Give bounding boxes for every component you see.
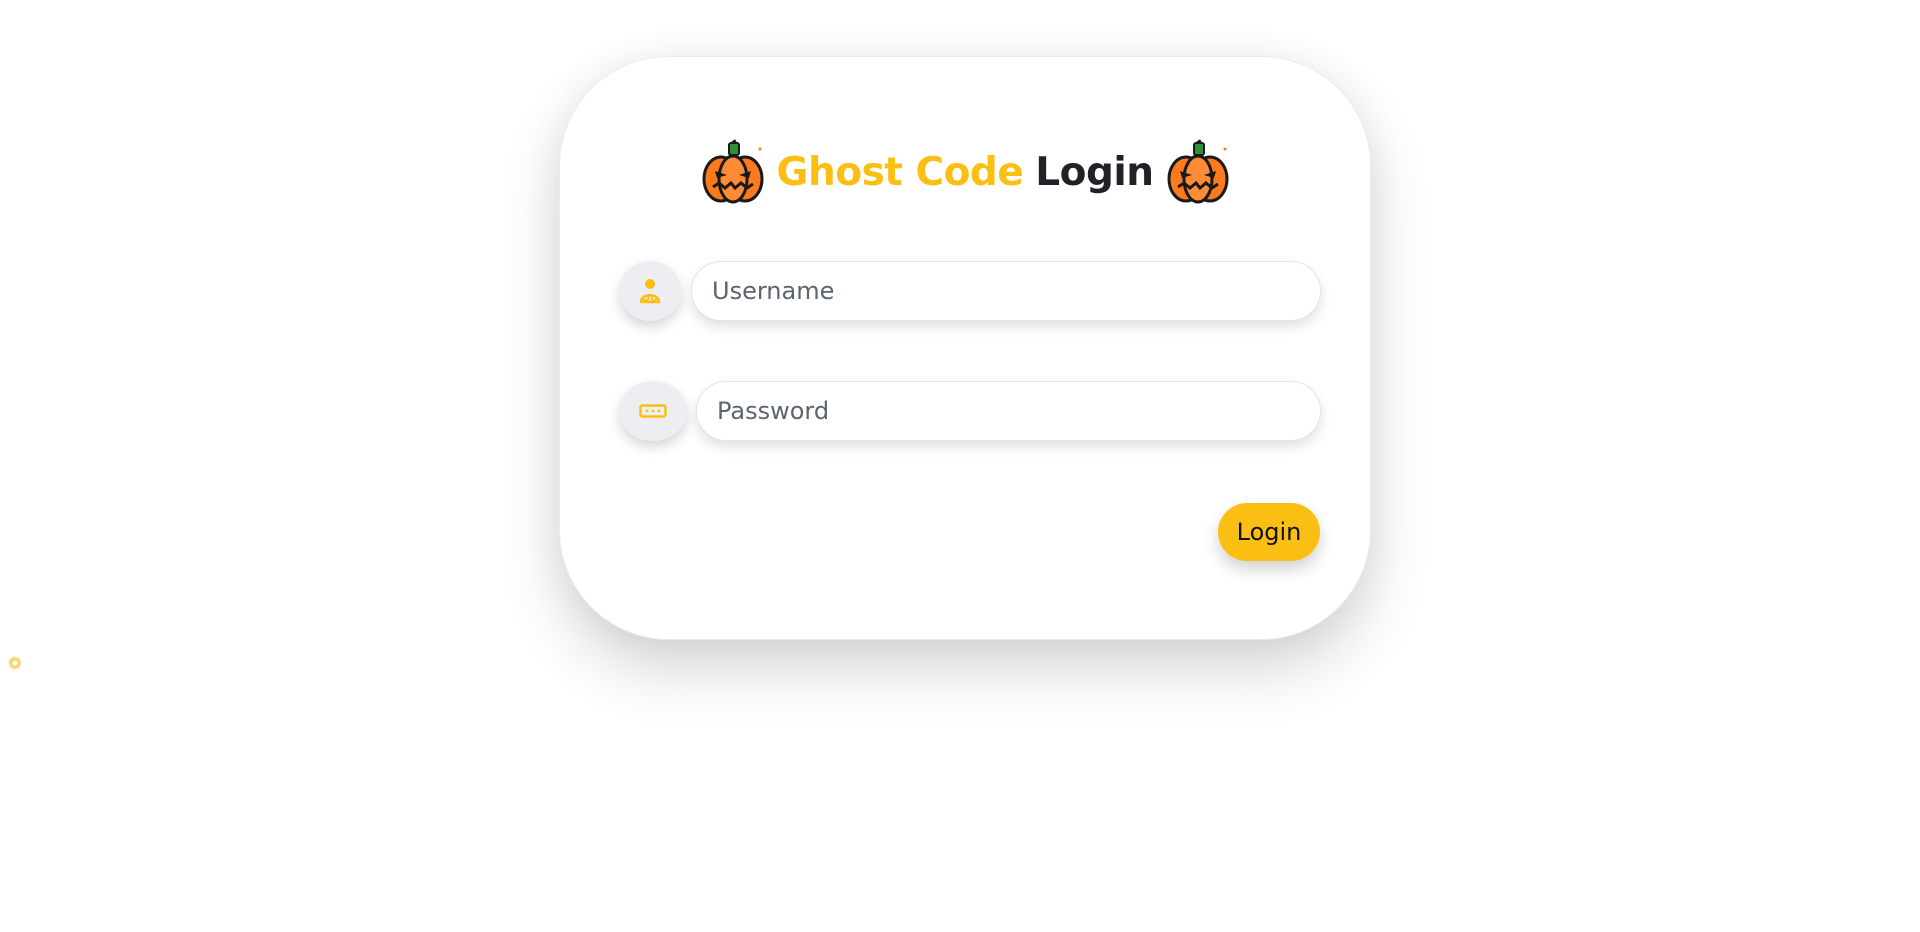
password-icon-badge	[619, 381, 687, 441]
user-icon	[639, 279, 661, 304]
password-input[interactable]	[696, 381, 1321, 441]
pumpkin-icon	[1167, 139, 1228, 204]
password-row	[619, 381, 1321, 441]
page-title: Ghost Code Login	[560, 137, 1370, 207]
username-row	[619, 261, 1321, 321]
cursor-glow	[7, 655, 23, 671]
username-icon-badge	[619, 261, 681, 321]
pumpkin-icon	[702, 139, 763, 204]
key-icon	[639, 404, 667, 418]
title-rest: Login	[1035, 149, 1154, 195]
login-button[interactable]: Login	[1218, 503, 1320, 561]
title-brand: Ghost Code	[776, 149, 1024, 195]
login-card: Ghost Code Login Username Login	[559, 56, 1371, 640]
username-input[interactable]	[691, 261, 1321, 321]
